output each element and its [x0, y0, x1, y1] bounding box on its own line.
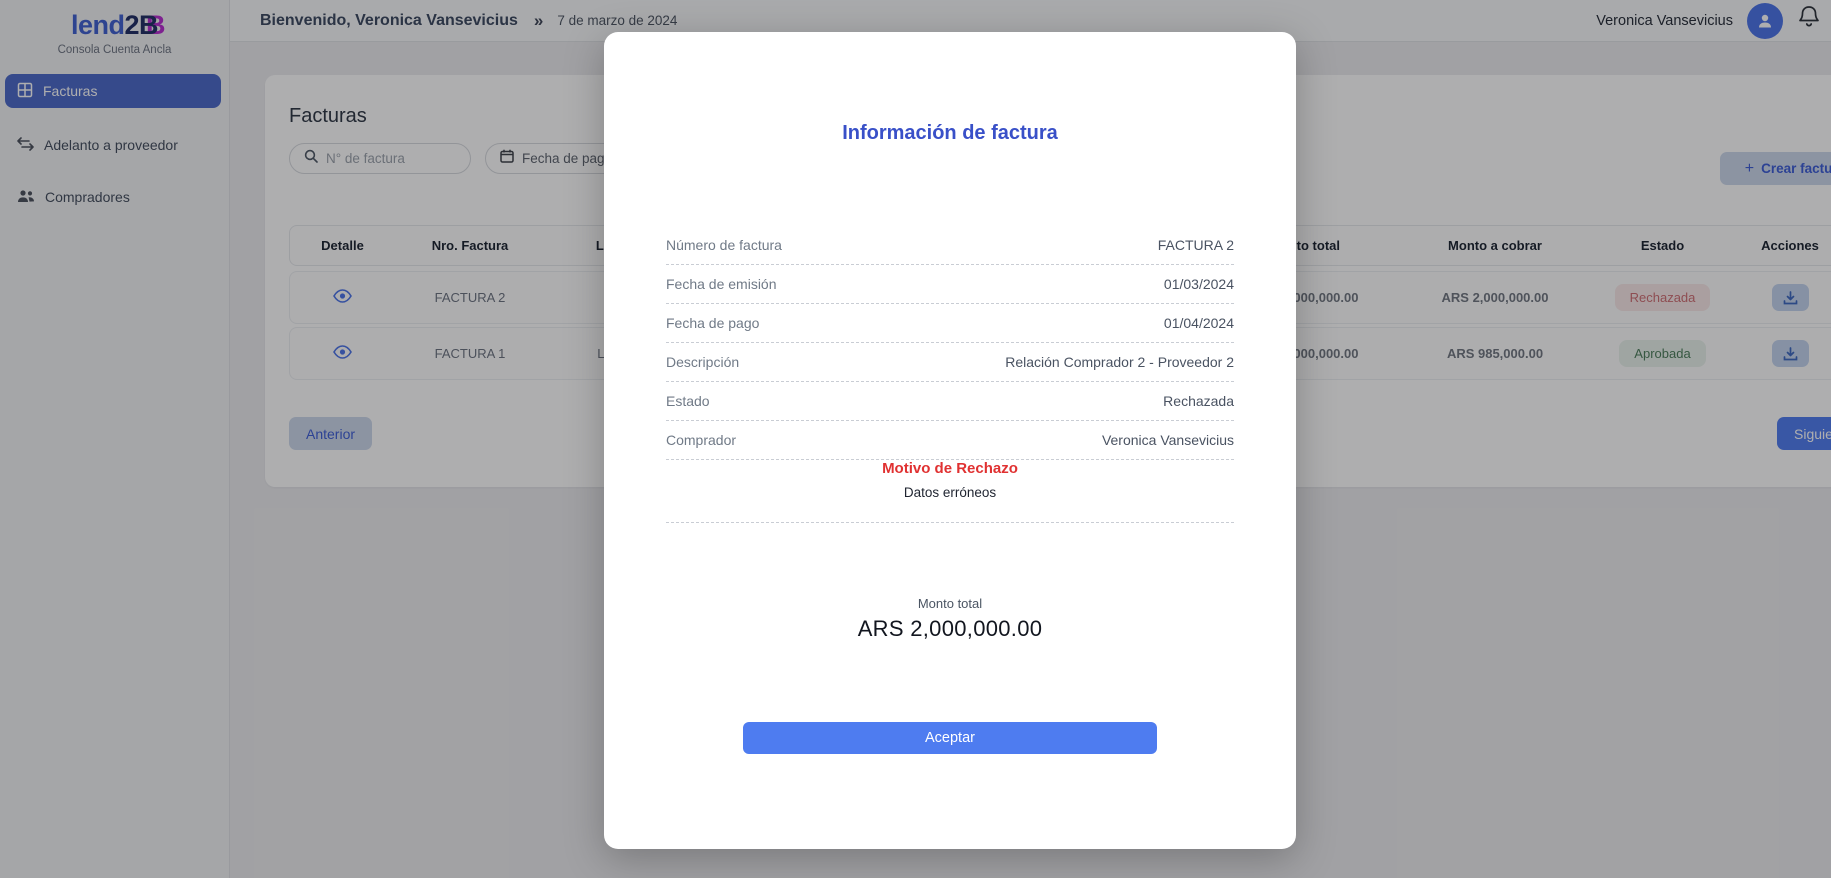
field-row: Número de factura FACTURA 2 [666, 226, 1234, 265]
field-row: Estado Rechazada [666, 382, 1234, 421]
modal-title: Información de factura [604, 122, 1296, 145]
field-row: Fecha de emisión 01/03/2024 [666, 265, 1234, 304]
rejection-title: Motivo de Rechazo [666, 460, 1234, 477]
rejection-section: Motivo de Rechazo Datos erróneos [666, 460, 1234, 523]
field-label: Fecha de pago [666, 315, 759, 331]
field-row: Comprador Veronica Vansevicius [666, 421, 1234, 460]
total-section: Monto total ARS 2,000,000.00 [604, 596, 1296, 642]
field-label: Estado [666, 393, 710, 409]
rejection-reason: Datos erróneos [666, 485, 1234, 500]
field-value: Veronica Vansevicius [1102, 432, 1234, 448]
field-row: Descripción Relación Comprador 2 - Prove… [666, 343, 1234, 382]
field-label: Número de factura [666, 237, 782, 253]
field-label: Comprador [666, 432, 736, 448]
total-label: Monto total [604, 596, 1296, 611]
field-value: 01/03/2024 [1164, 276, 1234, 292]
field-row: Fecha de pago 01/04/2024 [666, 304, 1234, 343]
invoice-fields: Número de factura FACTURA 2 Fecha de emi… [666, 226, 1234, 460]
field-label: Descripción [666, 354, 739, 370]
field-value: 01/04/2024 [1164, 315, 1234, 331]
total-value: ARS 2,000,000.00 [604, 616, 1296, 642]
field-label: Fecha de emisión [666, 276, 777, 292]
field-value: Relación Comprador 2 - Proveedor 2 [1005, 354, 1234, 370]
accept-button[interactable]: Aceptar [743, 722, 1157, 754]
field-value: FACTURA 2 [1158, 237, 1234, 253]
field-value: Rechazada [1163, 393, 1234, 409]
invoice-info-modal: Información de factura Número de factura… [604, 32, 1296, 849]
